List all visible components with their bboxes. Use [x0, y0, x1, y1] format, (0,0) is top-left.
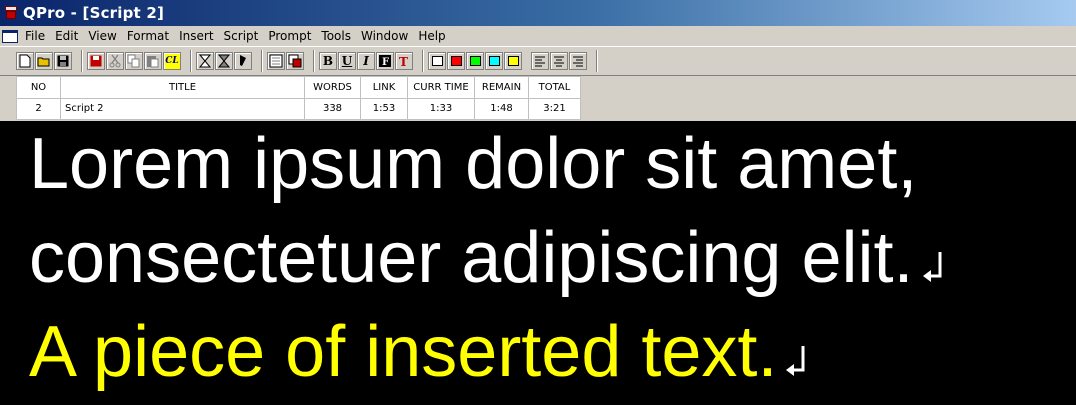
menu-insert[interactable]: Insert — [174, 29, 218, 43]
open-folder-icon[interactable] — [35, 52, 53, 70]
menu-format[interactable]: Format — [122, 29, 174, 43]
align-center-icon[interactable] — [550, 52, 568, 70]
color-yellow-swatch — [507, 56, 519, 66]
hourglass-timer-icon[interactable] — [215, 52, 233, 70]
italic-button[interactable]: I — [357, 52, 375, 70]
copy-icon[interactable] — [125, 52, 143, 70]
color-cyan-button[interactable] — [485, 52, 503, 70]
prompt-line-1-text: Lorem ipsum dolor sit amet, — [29, 124, 918, 204]
prompter-display[interactable]: Lorem ipsum dolor sit amet, consectetuer… — [0, 121, 1076, 405]
menu-bar: File Edit View Format Insert Script Prom… — [0, 26, 1076, 46]
prompt-line-1: Lorem ipsum dolor sit amet, — [29, 128, 917, 200]
header-no: NO — [16, 76, 61, 99]
header-remain: REMAIN — [474, 76, 529, 99]
hourglass-icon[interactable] — [196, 52, 214, 70]
align-left-icon[interactable] — [531, 52, 549, 70]
toolbar: CL B U I F T — [0, 46, 1076, 76]
save-icon[interactable] — [54, 52, 72, 70]
header-curr-time: CURR TIME — [407, 76, 475, 99]
cl-button[interactable]: CL — [163, 52, 181, 70]
cell-title: Script 2 — [60, 97, 305, 120]
font-color-icon[interactable]: F — [376, 52, 394, 70]
bold-button[interactable]: B — [319, 52, 337, 70]
color-cyan-swatch — [488, 56, 500, 66]
menu-file[interactable]: File — [20, 29, 50, 43]
prompt-line-3-text: A piece of inserted text. — [29, 312, 778, 392]
header-link: LINK — [360, 76, 408, 99]
menu-help[interactable]: Help — [413, 29, 450, 43]
color-green-swatch — [469, 56, 481, 66]
prompt-line-2: consectetuer adipiscing elit. — [29, 222, 944, 294]
underline-button[interactable]: U — [338, 52, 356, 70]
marker-icon[interactable] — [234, 52, 252, 70]
cut-icon[interactable] — [106, 52, 124, 70]
paste-icon[interactable] — [144, 52, 162, 70]
cell-curr-time: 1:33 — [407, 97, 475, 120]
window-title: QPro - [Script 2] — [23, 4, 165, 22]
cell-remain: 1:48 — [474, 97, 529, 120]
prompt-line-3-inserted: A piece of inserted text. — [29, 316, 807, 388]
new-document-icon[interactable] — [16, 52, 34, 70]
document-view-icon[interactable] — [267, 52, 285, 70]
color-red-swatch — [450, 56, 462, 66]
svg-text:T: T — [399, 55, 408, 68]
table-row[interactable]: 2 Script 2 338 1:53 1:33 1:48 3:21 — [16, 97, 581, 120]
text-format-icon[interactable]: T — [395, 52, 413, 70]
return-arrow-icon — [922, 252, 941, 282]
header-total: TOTAL — [528, 76, 581, 99]
save-red-icon[interactable] — [87, 52, 105, 70]
header-words: WORDS — [304, 76, 361, 99]
color-white-swatch — [431, 56, 443, 66]
menu-window[interactable]: Window — [356, 29, 413, 43]
align-right-icon[interactable] — [569, 52, 587, 70]
color-red-button[interactable] — [447, 52, 465, 70]
svg-text:F: F — [382, 57, 389, 68]
stats-header-row: NO TITLE WORDS LINK CURR TIME REMAIN TOT… — [16, 76, 581, 99]
header-title: TITLE — [60, 76, 305, 99]
script-stats-table: NO TITLE WORDS LINK CURR TIME REMAIN TOT… — [16, 76, 581, 120]
menu-edit[interactable]: Edit — [50, 29, 83, 43]
qpro-app-icon[interactable] — [4, 5, 18, 21]
menu-view[interactable]: View — [83, 29, 121, 43]
menu-script[interactable]: Script — [219, 29, 264, 43]
window-switch-icon[interactable] — [286, 52, 304, 70]
title-bar[interactable]: QPro - [Script 2] — [0, 0, 1076, 26]
menu-prompt[interactable]: Prompt — [263, 29, 316, 43]
return-arrow-icon — [786, 346, 805, 376]
cell-total: 3:21 — [528, 97, 581, 120]
menu-tools[interactable]: Tools — [316, 29, 356, 43]
document-window-icon[interactable] — [2, 29, 18, 43]
cell-words: 338 — [304, 97, 361, 120]
color-white-button[interactable] — [428, 52, 446, 70]
cell-no: 2 — [16, 97, 61, 120]
cell-link: 1:53 — [360, 97, 408, 120]
color-yellow-button[interactable] — [504, 52, 522, 70]
color-green-button[interactable] — [466, 52, 484, 70]
prompt-line-2-text: consectetuer adipiscing elit. — [29, 218, 914, 298]
